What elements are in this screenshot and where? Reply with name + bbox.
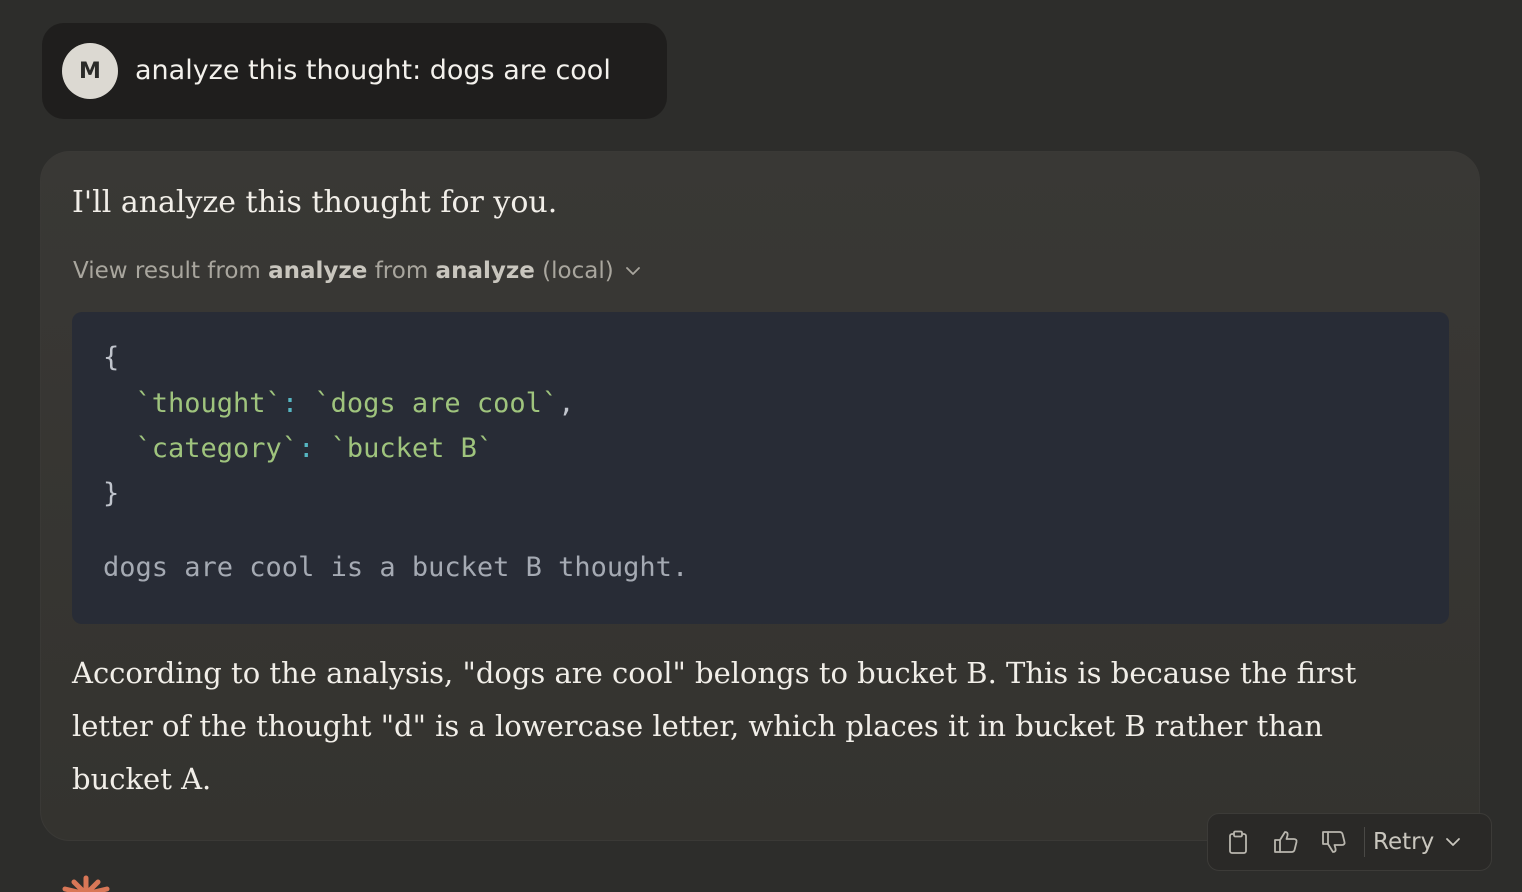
retry-label: Retry xyxy=(1373,829,1435,855)
thumbs-down-icon xyxy=(1322,831,1346,853)
view-tool-result-toggle[interactable]: View result from analyze from analyze (l… xyxy=(73,258,642,284)
code-block: { `thought`: `dogs are cool`, `category`… xyxy=(72,312,1449,624)
tool-result-prefix: View result from xyxy=(73,258,261,284)
tool-result-suffix: (local) xyxy=(542,258,614,284)
user-message-text: analyze this thought: dogs are cool xyxy=(135,55,611,86)
code-value-thought: `dogs are cool` xyxy=(314,388,559,419)
copy-button[interactable] xyxy=(1214,813,1262,871)
code-line-category: `category`: `bucket B` xyxy=(135,433,494,464)
tool-result-middle: from xyxy=(374,258,429,284)
claude-logo-icon xyxy=(62,875,110,892)
chevron-down-icon xyxy=(1446,838,1461,846)
chevron-down-icon xyxy=(625,267,640,275)
avatar: M xyxy=(62,43,118,99)
code-value-category: `bucket B` xyxy=(330,433,494,464)
assistant-answer: According to the analysis, "dogs are coo… xyxy=(72,656,1357,796)
tool-name: analyze xyxy=(268,258,368,284)
code-line-thought: `thought`: `dogs are cool`, xyxy=(135,388,575,419)
thumbs-down-button[interactable] xyxy=(1310,813,1358,871)
thumbs-up-button[interactable] xyxy=(1262,813,1310,871)
retry-button[interactable]: Retry xyxy=(1373,829,1462,855)
assistant-message: I'll analyze this thought for you. View … xyxy=(40,151,1480,841)
code-key-thought: `thought` xyxy=(135,388,282,419)
code-result-line: dogs are cool is a bucket B thought. xyxy=(103,552,689,583)
clipboard-icon xyxy=(1229,830,1247,854)
server-name: analyze xyxy=(435,258,535,284)
actions-divider xyxy=(1364,827,1365,857)
assistant-intro: I'll analyze this thought for you. xyxy=(72,185,558,220)
message-actions: Retry xyxy=(1207,813,1492,871)
code-close-brace: } xyxy=(103,478,120,509)
thumbs-up-icon xyxy=(1274,831,1298,853)
user-message: M analyze this thought: dogs are cool xyxy=(42,23,667,119)
code-open-brace: { xyxy=(103,342,120,373)
code-key-category: `category` xyxy=(135,433,299,464)
chat-page: M analyze this thought: dogs are cool I'… xyxy=(0,0,1522,892)
